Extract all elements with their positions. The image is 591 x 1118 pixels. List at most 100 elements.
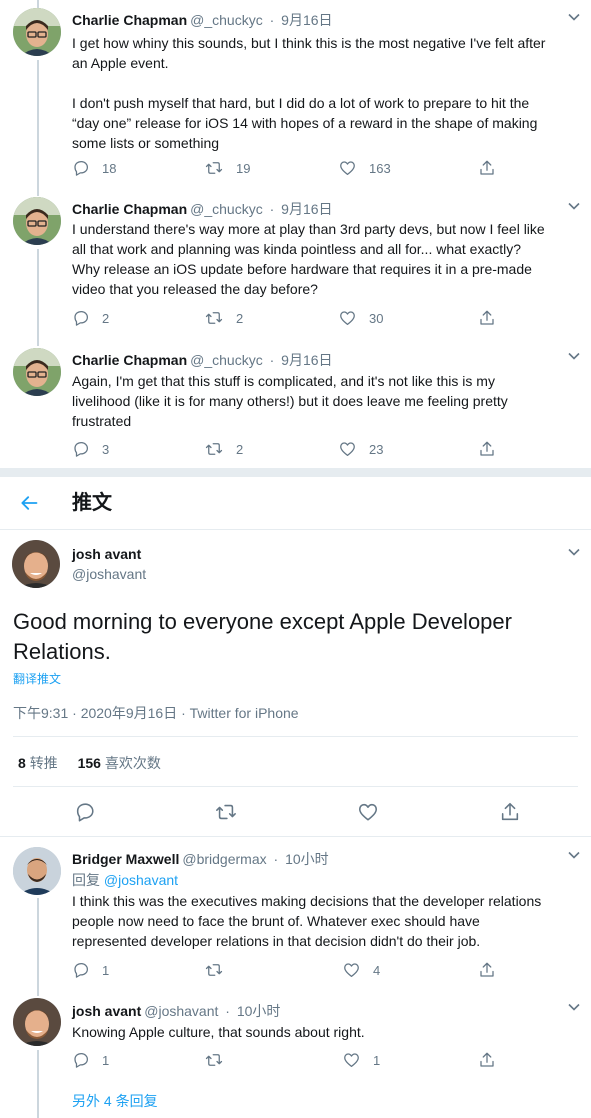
like-button[interactable]: 30 (338, 308, 383, 328)
author-name[interactable]: josh avant (72, 1003, 141, 1019)
tweet-text: I think this was the executives making d… (72, 893, 542, 949)
author-line[interactable]: Bridger Maxwell @bridgermax · 10小时 (72, 849, 329, 869)
avatar[interactable] (13, 847, 61, 895)
retweet-button[interactable] (204, 960, 236, 980)
share-icon (480, 962, 494, 977)
tweet-text: I get how whiny this sounds, but I think… (72, 35, 546, 151)
tweet-actions: 1 1 (72, 1050, 512, 1070)
chevron-down-icon[interactable] (566, 544, 582, 560)
author-handle[interactable]: @joshavant (72, 566, 146, 582)
share-icon (480, 441, 494, 456)
tweet-timestamp[interactable]: 下午9:31 · 2020年9月16日 · Twitter for iPhone (13, 703, 299, 723)
heart-icon (340, 442, 355, 457)
avatar[interactable] (13, 8, 61, 56)
author-handle[interactable]: @_chuckyc (190, 12, 263, 28)
tweet-date[interactable]: 9月16日 (281, 12, 332, 28)
reply-button[interactable]: 2 (72, 308, 109, 328)
heart-icon (344, 963, 359, 978)
thread-line (37, 249, 39, 346)
avatar[interactable] (13, 348, 61, 396)
retweet-icon (205, 964, 223, 976)
tweet-time[interactable]: 10小时 (285, 851, 329, 867)
like-button[interactable]: 163 (338, 158, 391, 178)
author-line[interactable]: Charlie Chapman @_chuckyc · 9月16日 (72, 350, 333, 370)
page-title: 推文 (72, 492, 112, 514)
engagement-stats: 8 转推 156 喜欢次数 (18, 753, 161, 773)
heart-icon[interactable] (357, 801, 379, 823)
retweet-icon (205, 443, 223, 455)
author-line[interactable]: Charlie Chapman @_chuckyc · 9月16日 (72, 10, 333, 30)
reply-button[interactable]: 1 (72, 1050, 109, 1070)
reply-icon[interactable] (74, 801, 96, 823)
thread-line (37, 898, 39, 996)
reply-icon (74, 441, 89, 457)
tweet-actions: 3 2 23 (72, 439, 512, 459)
share-icon (480, 310, 494, 325)
chevron-down-icon[interactable] (566, 348, 582, 364)
tweet-text: I understand there's way more at play th… (72, 221, 545, 297)
like-stat[interactable]: 156 喜欢次数 (78, 755, 161, 771)
retweet-stat[interactable]: 8 转推 (18, 755, 58, 771)
reply-button[interactable]: 18 (72, 158, 116, 178)
tweet-text: Again, I'm get that this stuff is compli… (72, 373, 508, 429)
retweet-icon (205, 312, 223, 324)
author-handle[interactable]: @_chuckyc (190, 201, 263, 217)
share-button[interactable] (478, 439, 508, 459)
share-button[interactable] (478, 308, 508, 328)
avatar[interactable] (13, 197, 61, 245)
more-replies-link[interactable]: 另外 4 条回复 (72, 1091, 158, 1111)
reply-button[interactable]: 3 (72, 439, 109, 459)
tweet-date[interactable]: 9月16日 (281, 201, 332, 217)
tweet-actions: 2 2 30 (72, 308, 512, 328)
tweet-time[interactable]: 10小时 (237, 1003, 281, 1019)
reply-button[interactable]: 1 (72, 960, 109, 980)
retweet-icon (205, 1054, 223, 1066)
translate-link[interactable]: 翻译推文 (13, 670, 61, 687)
author-name[interactable]: Charlie Chapman (72, 201, 187, 217)
author-handle[interactable]: @bridgermax (182, 851, 266, 867)
reply-icon (74, 1052, 89, 1068)
main-tweet-text: Good morning to everyone except Apple De… (13, 609, 512, 664)
chevron-down-icon[interactable] (566, 9, 582, 25)
avatar[interactable] (12, 540, 60, 588)
author-handle[interactable]: @joshavant (144, 1003, 218, 1019)
share-button[interactable] (478, 158, 508, 178)
tweet-actions: 18 19 163 (72, 158, 512, 178)
share-button[interactable] (478, 960, 508, 980)
author-handle[interactable]: @_chuckyc (190, 352, 263, 368)
author-line[interactable]: Charlie Chapman @_chuckyc · 9月16日 (72, 199, 333, 219)
share-icon (480, 1052, 494, 1067)
tweet-date[interactable]: 9月16日 (281, 352, 332, 368)
thread-line (37, 60, 39, 188)
author-name[interactable]: josh avant (72, 546, 141, 562)
retweet-icon (205, 162, 223, 174)
reply-icon (74, 310, 89, 326)
author-name[interactable]: Charlie Chapman (72, 12, 187, 28)
author-name[interactable]: Bridger Maxwell (72, 851, 179, 867)
avatar[interactable] (13, 998, 61, 1046)
mention-link[interactable]: @joshavant (104, 872, 178, 888)
divider (0, 836, 591, 837)
retweet-icon[interactable] (214, 801, 238, 823)
share-icon[interactable] (499, 801, 521, 823)
chevron-down-icon[interactable] (566, 999, 582, 1015)
chevron-down-icon[interactable] (566, 198, 582, 214)
heart-icon (340, 161, 355, 176)
retweet-button[interactable]: 2 (204, 308, 243, 328)
retweet-button[interactable]: 2 (204, 439, 243, 459)
divider (13, 736, 578, 737)
author-name[interactable]: Charlie Chapman (72, 352, 187, 368)
tweet-actions: 1 4 (72, 960, 512, 980)
author-line[interactable]: josh avant @joshavant · 10小时 (72, 1001, 280, 1021)
heart-icon (344, 1053, 359, 1068)
share-button[interactable] (478, 1050, 508, 1070)
like-button[interactable]: 1 (342, 1050, 380, 1070)
back-arrow-icon[interactable] (18, 493, 40, 513)
like-button[interactable]: 23 (338, 439, 383, 459)
heart-icon (340, 311, 355, 326)
like-button[interactable]: 4 (342, 960, 380, 980)
divider (13, 786, 578, 787)
retweet-button[interactable] (204, 1050, 236, 1070)
retweet-button[interactable]: 19 (204, 158, 250, 178)
chevron-down-icon[interactable] (566, 847, 582, 863)
